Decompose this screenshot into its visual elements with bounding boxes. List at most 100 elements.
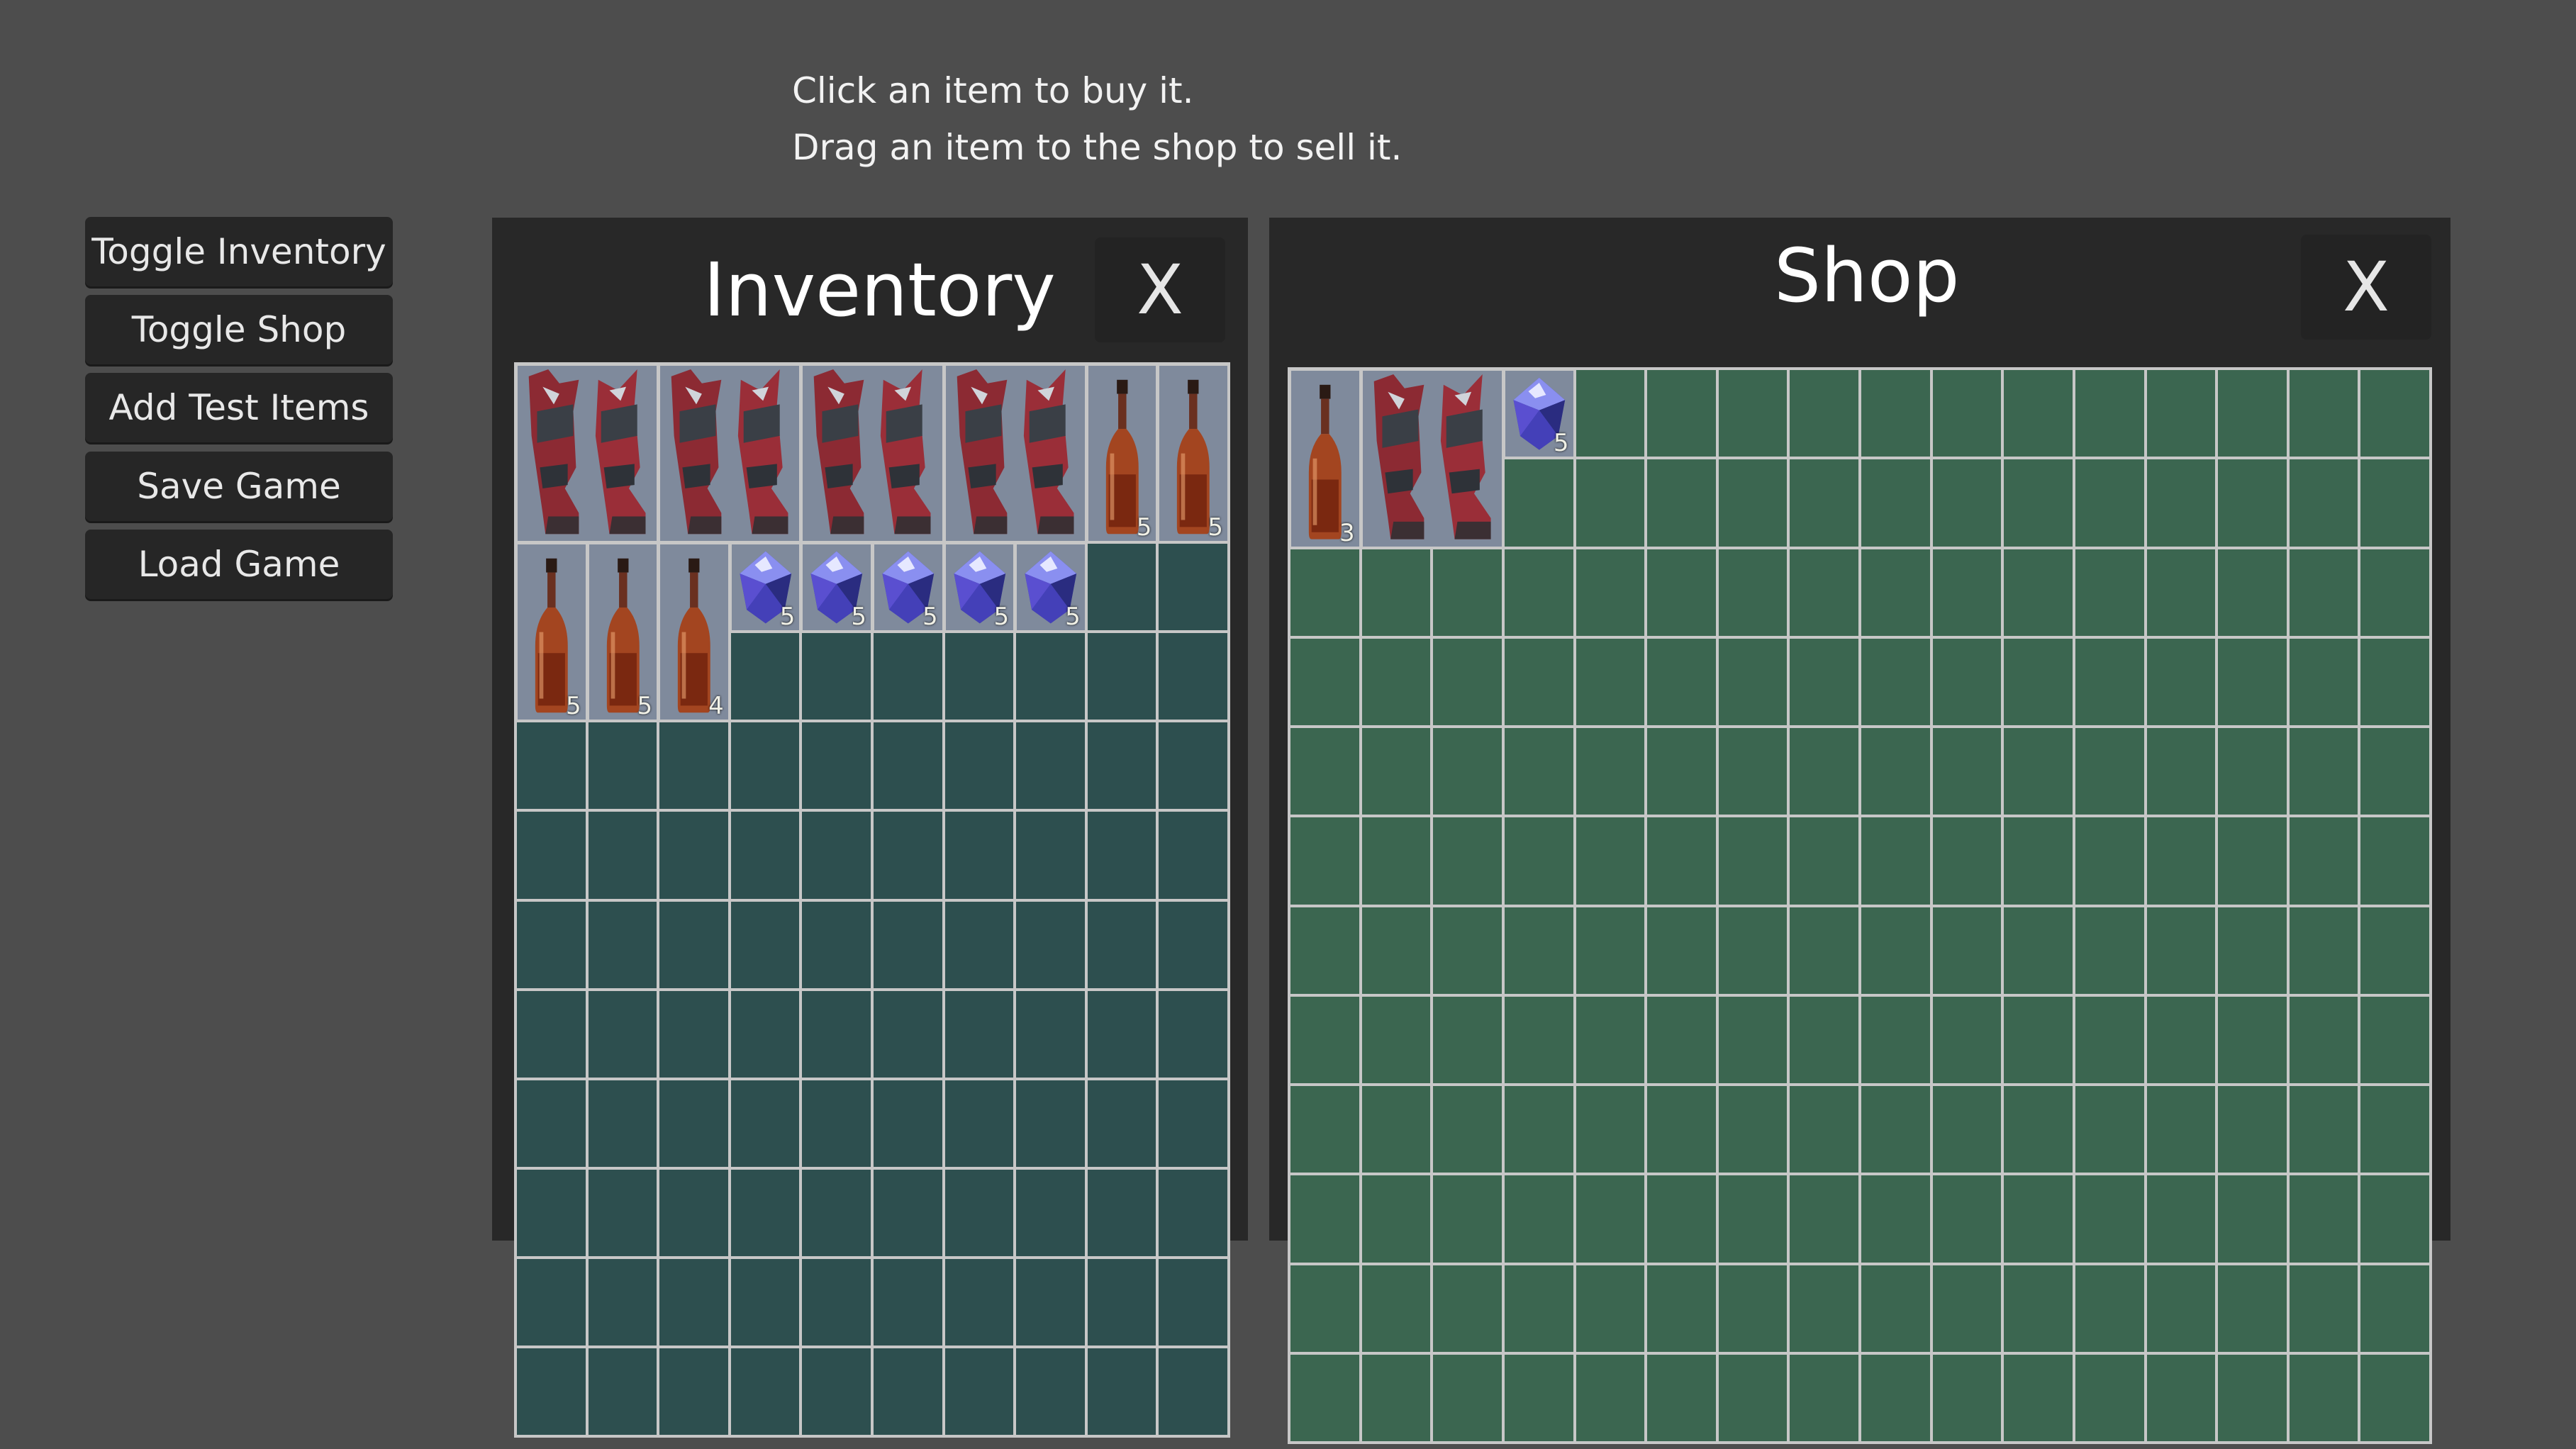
shop-slot[interactable] — [1361, 728, 1431, 815]
inventory-slot[interactable] — [1016, 1080, 1085, 1167]
shop-slot[interactable] — [2075, 728, 2144, 815]
shop-slot[interactable] — [1861, 728, 1930, 815]
shop-slot[interactable] — [1647, 1354, 1716, 1441]
inventory-item-boots[interactable] — [658, 364, 802, 544]
inventory-slot[interactable] — [1087, 633, 1156, 720]
inventory-slot[interactable] — [730, 722, 800, 810]
shop-slot[interactable] — [1290, 996, 1359, 1083]
shop-slot[interactable] — [2218, 370, 2287, 457]
inventory-slot[interactable] — [1159, 812, 1227, 899]
inventory-slot[interactable] — [1159, 990, 1227, 1078]
shop-slot[interactable] — [1576, 817, 1645, 905]
inventory-slot[interactable] — [1087, 1348, 1156, 1435]
inventory-slot[interactable] — [944, 1080, 1014, 1167]
inventory-slot[interactable] — [1016, 990, 1085, 1078]
shop-slot[interactable] — [1647, 996, 1716, 1083]
shop-slot[interactable] — [1790, 1354, 1858, 1441]
shop-slot[interactable] — [1861, 459, 1930, 547]
inventory-slot[interactable] — [730, 1348, 800, 1435]
shop-slot[interactable] — [2360, 1086, 2429, 1173]
shop-slot[interactable] — [2075, 1265, 2144, 1352]
shop-slot[interactable] — [2218, 549, 2287, 636]
inventory-slot[interactable] — [802, 990, 871, 1078]
shop-slot[interactable] — [1932, 728, 2002, 815]
inventory-item-gem[interactable]: 5 — [729, 542, 802, 633]
shop-slot[interactable] — [1861, 1354, 1930, 1441]
inventory-slot[interactable] — [730, 990, 800, 1078]
shop-slot[interactable] — [1290, 728, 1359, 815]
shop-slot[interactable] — [1932, 1265, 2002, 1352]
inventory-slot[interactable] — [944, 1169, 1014, 1256]
inventory-slot[interactable] — [873, 901, 942, 988]
shop-slot[interactable] — [1647, 1175, 1716, 1263]
shop-slot[interactable] — [1290, 549, 1359, 636]
shop-slot[interactable] — [1718, 996, 1788, 1083]
shop-slot[interactable] — [2289, 370, 2358, 457]
inventory-slot[interactable] — [873, 633, 942, 720]
shop-slot[interactable] — [2289, 817, 2358, 905]
shop-slot[interactable] — [1932, 907, 2002, 994]
shop-slot[interactable] — [1790, 817, 1858, 905]
shop-slot[interactable] — [1504, 1354, 1573, 1441]
shop-slot[interactable] — [2360, 638, 2429, 725]
shop-slot[interactable] — [1290, 1175, 1359, 1263]
shop-slot[interactable] — [2289, 1265, 2358, 1352]
shop-slot[interactable] — [2075, 1175, 2144, 1263]
shop-slot[interactable] — [2218, 1086, 2287, 1173]
inventory-slot[interactable] — [1159, 1169, 1227, 1256]
shop-slot[interactable] — [2146, 1265, 2216, 1352]
shop-slot[interactable] — [1504, 1175, 1573, 1263]
shop-slot[interactable] — [1433, 728, 1502, 815]
inventory-slot[interactable] — [1087, 722, 1156, 810]
shop-slot[interactable] — [1718, 907, 1788, 994]
shop-slot[interactable] — [1576, 996, 1645, 1083]
inventory-slot[interactable] — [1016, 812, 1085, 899]
shop-slot[interactable] — [2075, 996, 2144, 1083]
shop-slot[interactable] — [1576, 1354, 1645, 1441]
shop-slot[interactable] — [1790, 549, 1858, 636]
shop-slot[interactable] — [1932, 1175, 2002, 1263]
shop-slot[interactable] — [2075, 459, 2144, 547]
save-game-button[interactable]: Save Game — [85, 452, 393, 521]
inventory-slot[interactable] — [1087, 812, 1156, 899]
shop-slot[interactable] — [1718, 1354, 1788, 1441]
shop-slot[interactable] — [2004, 728, 2073, 815]
shop-slot[interactable] — [2004, 1175, 2073, 1263]
inventory-slot[interactable] — [1016, 1169, 1085, 1256]
shop-slot[interactable] — [1718, 549, 1788, 636]
inventory-slot[interactable] — [588, 722, 657, 810]
shop-slot[interactable] — [1361, 638, 1431, 725]
inventory-slot[interactable] — [588, 990, 657, 1078]
shop-slot[interactable] — [2146, 817, 2216, 905]
shop-slot[interactable] — [2360, 996, 2429, 1083]
inventory-slot[interactable] — [802, 1169, 871, 1256]
shop-slot[interactable] — [2146, 907, 2216, 994]
shop-slot[interactable] — [1576, 459, 1645, 547]
shop-slot[interactable] — [1647, 817, 1716, 905]
inventory-item-potion[interactable]: 5 — [1086, 364, 1159, 544]
inventory-slot[interactable] — [1159, 722, 1227, 810]
shop-slot[interactable] — [2004, 907, 2073, 994]
shop-slot[interactable] — [1718, 459, 1788, 547]
shop-slot[interactable] — [2289, 996, 2358, 1083]
shop-slot[interactable] — [2075, 370, 2144, 457]
shop-slot[interactable] — [1290, 1265, 1359, 1352]
shop-slot[interactable] — [1790, 1086, 1858, 1173]
add-test-items-button[interactable]: Add Test Items — [85, 373, 393, 442]
shop-slot[interactable] — [2075, 907, 2144, 994]
inventory-slot[interactable] — [1159, 1348, 1227, 1435]
inventory-slot[interactable] — [517, 1258, 586, 1346]
inventory-item-gem[interactable]: 5 — [1015, 542, 1087, 633]
shop-slot[interactable] — [2218, 907, 2287, 994]
inventory-slot[interactable] — [517, 1080, 586, 1167]
shop-slot[interactable] — [2004, 549, 2073, 636]
inventory-slot[interactable] — [802, 1348, 871, 1435]
shop-slot[interactable] — [2075, 1086, 2144, 1173]
shop-slot[interactable] — [1932, 459, 2002, 547]
shop-slot[interactable] — [2146, 459, 2216, 547]
inventory-slot[interactable] — [1087, 901, 1156, 988]
shop-slot[interactable] — [1361, 1354, 1431, 1441]
shop-slot[interactable] — [2075, 549, 2144, 636]
shop-slot[interactable] — [1504, 1265, 1573, 1352]
inventory-slot[interactable] — [588, 1080, 657, 1167]
